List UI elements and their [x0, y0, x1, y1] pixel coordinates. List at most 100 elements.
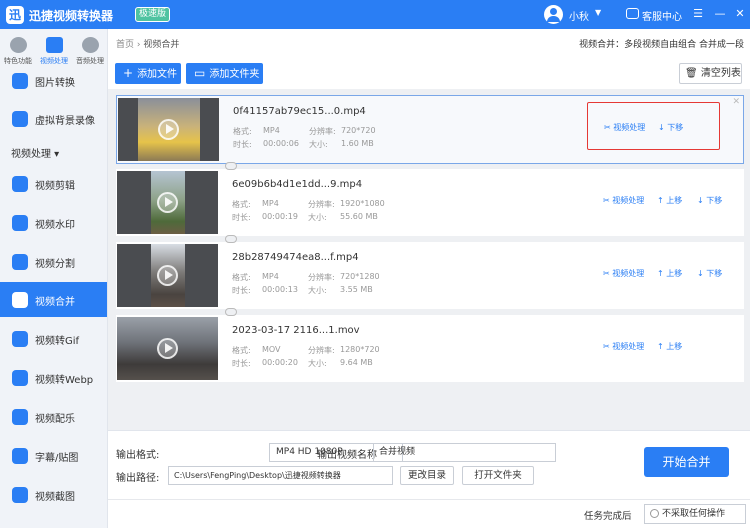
arrow-down-icon: ↓ — [697, 269, 704, 278]
list-item[interactable]: 28b28749474ea8...f.mp4 格式: MP4 分辨率: 720*… — [116, 242, 744, 309]
edition-badge: 极速版 — [135, 7, 171, 22]
file-name: 28b28749474ea8...f.mp4 — [232, 252, 359, 263]
sidebar-item-label: 虚拟背景录像 — [35, 116, 95, 127]
remove-item-close-icon[interactable]: ✕ — [732, 97, 740, 107]
image-icon — [12, 73, 28, 89]
arrow-up-icon: ↑ — [657, 196, 664, 205]
minimize-icon[interactable]: — — [712, 5, 728, 22]
duration-value: 00:00:19 — [262, 212, 298, 221]
size-value: 1.60 MB — [341, 139, 374, 148]
clear-list-label: 清空列表 — [700, 68, 741, 79]
format-label: 格式: — [232, 346, 251, 355]
output-path-field[interactable]: C:\Users\FengPing\Desktop\迅捷视频转换器 — [168, 466, 393, 485]
sidebar-item-video-music[interactable]: 视频配乐 — [0, 399, 107, 434]
play-icon[interactable] — [157, 192, 178, 213]
size-value: 55.60 MB — [340, 212, 378, 221]
duration-label: 时长: — [232, 359, 251, 368]
sidebar-item-virtual-background[interactable]: 虚拟背景录像 — [0, 101, 107, 136]
move-up-button[interactable]: ↑ 上移 — [657, 268, 682, 279]
output-name-label: 输出视频名称 — [317, 450, 377, 461]
video-process-label: 视频处理 — [612, 342, 645, 351]
move-up-label: 上移 — [666, 342, 683, 351]
music-note-icon — [12, 409, 28, 425]
video-process-button[interactable]: ✂ 视频处理 — [603, 195, 644, 206]
add-file-button[interactable]: + 添加文件 — [115, 63, 181, 84]
play-icon[interactable] — [157, 265, 178, 286]
file-list: 0f41157ab79ec15...0.mp4 格式: MP4 分辨率: 720… — [108, 89, 750, 430]
chat-icon[interactable] — [626, 8, 639, 19]
sidebar-item-label: 视频转Webp — [35, 375, 94, 386]
move-down-label: 下移 — [706, 196, 723, 205]
file-name: 0f41157ab79ec15...0.mp4 — [233, 106, 366, 117]
breadcrumb-home[interactable]: 首页 — [116, 40, 134, 50]
play-icon[interactable] — [158, 119, 179, 140]
user-name[interactable]: 小秋 — [569, 8, 589, 23]
video-process-button[interactable]: ✂ 视频处理 — [603, 268, 644, 279]
format-value: MOV — [262, 345, 281, 354]
open-folder-button[interactable]: 打开文件夹 — [462, 466, 534, 485]
sidebar-item-video-merge[interactable]: 视频合并 — [0, 282, 107, 317]
after-task-select[interactable]: 不采取任何操作 — [644, 504, 746, 524]
highlight-box — [587, 102, 720, 150]
video-process-button[interactable]: ✂ 视频处理 — [603, 341, 644, 352]
sidebar-item-label: 视频合并 — [35, 297, 75, 308]
link-connector-icon — [225, 235, 237, 243]
music-icon — [81, 37, 99, 53]
output-name-field[interactable]: 合并视频 — [373, 443, 556, 462]
size-label: 大小: — [309, 140, 328, 149]
tab-audio-processing[interactable]: 音频处理 — [72, 37, 107, 66]
play-icon[interactable] — [157, 338, 178, 359]
move-down-button[interactable]: ↓ 下移 — [697, 195, 722, 206]
user-dropdown-chevron-icon[interactable]: ▼ — [595, 8, 601, 17]
move-up-button[interactable]: ↑ 上移 — [657, 341, 682, 352]
clear-list-button[interactable]: 🗑 清空列表 — [679, 63, 742, 84]
sidebar-item-label: 视频分割 — [35, 259, 75, 270]
sidebar-item-video-watermark[interactable]: 视频水印 — [0, 205, 107, 240]
sidebar-item-video-to-webp[interactable]: 视频转Webp — [0, 360, 107, 395]
file-name: 6e09b6b4d1e1dd...9.mp4 — [232, 179, 363, 190]
add-folder-button[interactable]: ▭ 添加文件夹 — [186, 63, 263, 84]
duration-value: 00:00:06 — [263, 139, 299, 148]
duration-value: 00:00:20 — [262, 358, 298, 367]
sidebar-item-video-split[interactable]: 视频分割 — [0, 244, 107, 279]
sidebar-section-header[interactable]: 视频处理 ▾ — [11, 145, 59, 160]
customer-service-link[interactable]: 客服中心 — [642, 8, 682, 23]
move-down-label: 下移 — [706, 269, 723, 278]
change-directory-button[interactable]: 更改目录 — [400, 466, 454, 485]
list-item[interactable]: 2023-03-17 2116...1.mov 格式: MOV 分辨率: 128… — [116, 315, 744, 382]
resolution-label: 分辨率: — [308, 346, 335, 355]
sidebar-item-video-to-gif[interactable]: 视频转Gif — [0, 321, 107, 356]
move-down-button[interactable]: ↓ 下移 — [697, 268, 722, 279]
avatar[interactable] — [544, 5, 563, 24]
duration-value: 00:00:13 — [262, 285, 298, 294]
after-task-label: 任务完成后 — [584, 511, 632, 522]
arrow-up-icon: ↑ — [657, 342, 664, 351]
video-process-label: 视频处理 — [612, 269, 645, 278]
sidebar-item-label: 图片转换 — [35, 78, 75, 89]
move-up-button[interactable]: ↑ 上移 — [657, 195, 682, 206]
sidebar-item-label: 视频剪辑 — [35, 181, 75, 192]
resolution-label: 分辨率: — [309, 127, 336, 136]
menu-icon[interactable]: ☰ — [690, 5, 706, 22]
list-item[interactable]: 0f41157ab79ec15...0.mp4 格式: MP4 分辨率: 720… — [116, 95, 744, 164]
size-value: 3.55 MB — [340, 285, 373, 294]
folder-icon: ▭ — [194, 66, 206, 80]
tab-featured[interactable]: 特色功能 — [0, 37, 36, 66]
star-icon — [9, 37, 27, 53]
sidebar-item-label: 视频转Gif — [35, 336, 80, 347]
size-label: 大小: — [308, 213, 327, 222]
link-connector-icon — [225, 308, 237, 316]
sidebar-item-video-screenshot[interactable]: 视频截图 — [0, 477, 107, 512]
tab-video-processing[interactable]: 视频处理 — [36, 37, 72, 66]
film-icon — [45, 37, 63, 53]
close-icon[interactable]: ✕ — [732, 5, 748, 22]
sidebar-item-video-edit[interactable]: 视频剪辑 — [0, 166, 107, 201]
list-item[interactable]: 6e09b6b4d1e1dd...9.mp4 格式: MP4 分辨率: 1920… — [116, 169, 744, 236]
start-merge-button[interactable]: 开始合并 — [644, 447, 729, 477]
sidebar-item-subtitle-sticker[interactable]: 字幕/贴图 — [0, 438, 107, 473]
sidebar-item-label: 字幕/贴图 — [35, 453, 79, 464]
resolution-value: 1280*720 — [340, 345, 380, 354]
sidebar-item-image-convert[interactable]: 图片转换 — [0, 63, 107, 98]
sidebar-section-label: 视频处理 — [11, 149, 51, 160]
title-bar: 迅 迅捷视频转换器 极速版 小秋 ▼ 客服中心 ☰ — ✕ — [0, 0, 750, 29]
